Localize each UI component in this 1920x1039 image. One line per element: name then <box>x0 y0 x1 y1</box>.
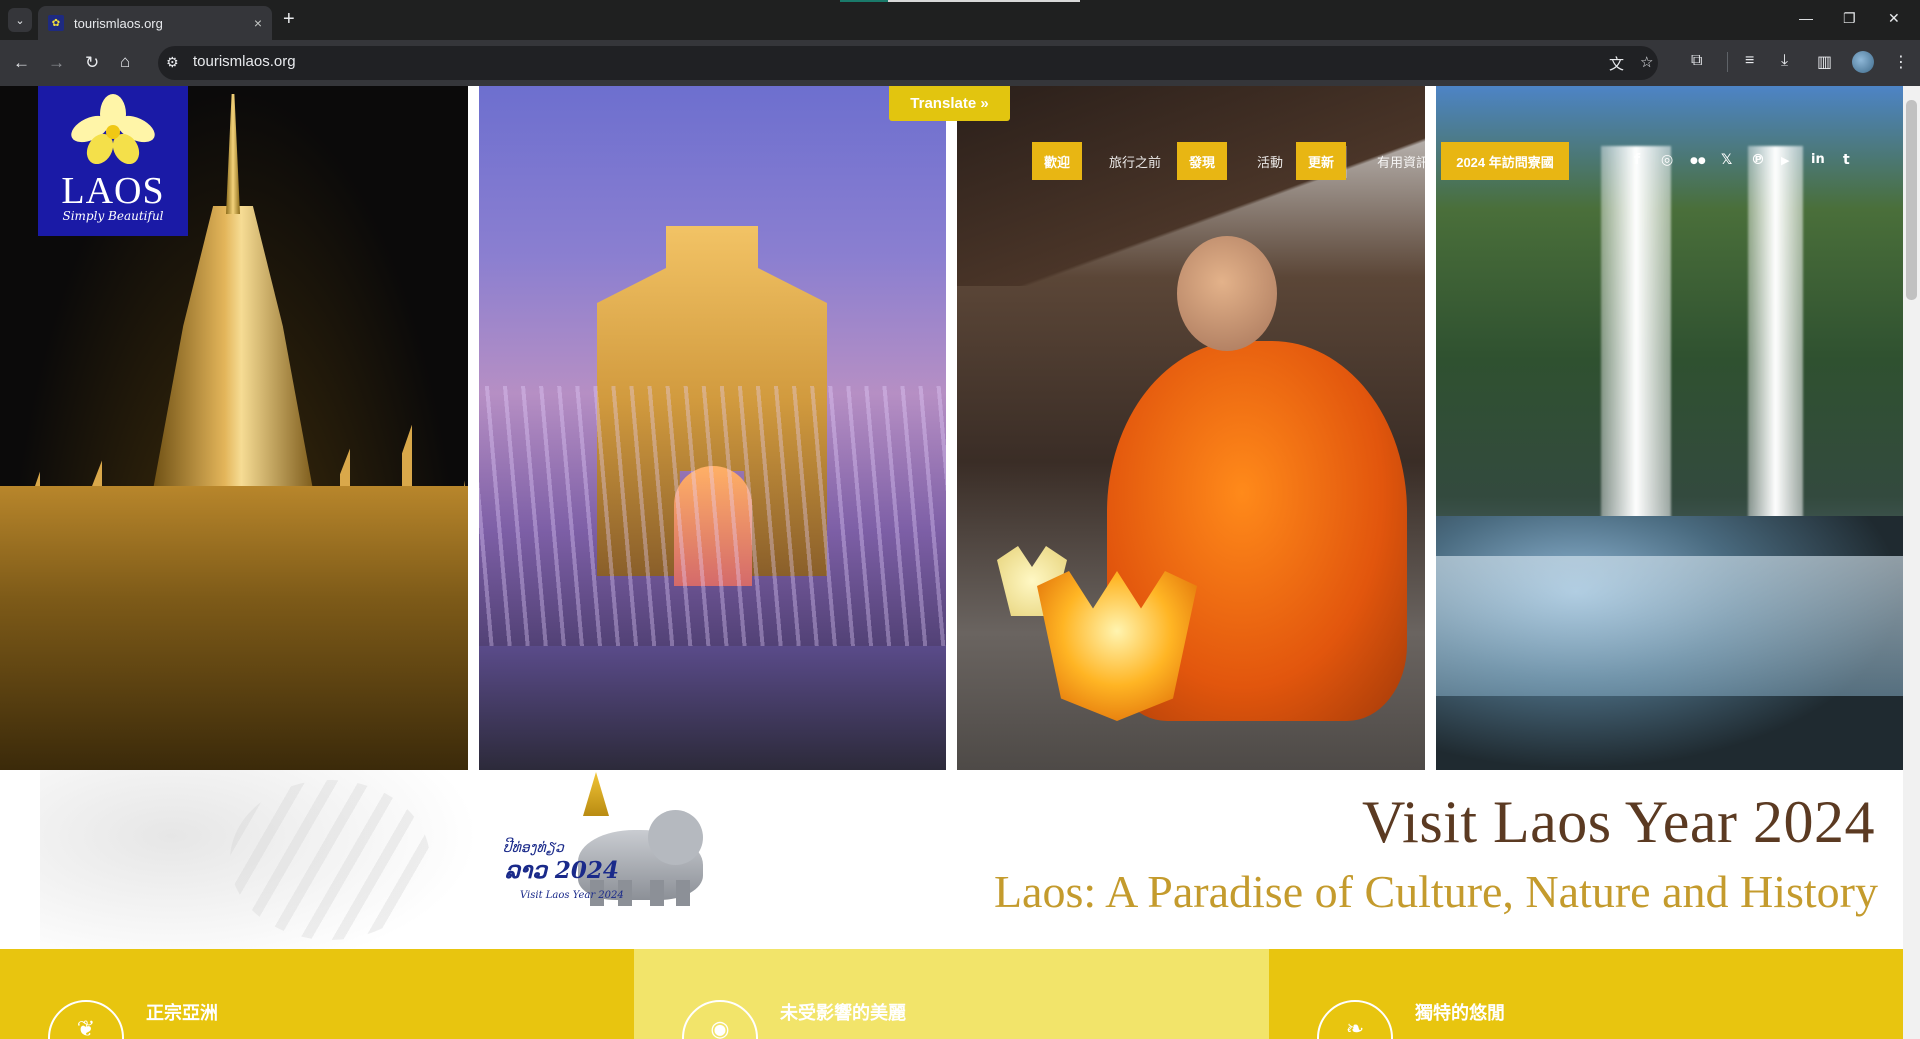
waterfall-right <box>1748 146 1803 536</box>
vly-logo-script: ປີທ່ອງທ່ຽວ <box>503 840 564 856</box>
site-favicon: ✿ <box>48 15 64 31</box>
tab-search-button[interactable]: ⌄ <box>8 8 32 32</box>
stupa-spire <box>226 94 240 214</box>
menu-item-visit-laos-2024[interactable]: 2024 年訪問寮國 <box>1441 142 1569 180</box>
translate-button[interactable]: Translate » <box>889 86 1010 121</box>
menu-item-activities[interactable]: 活動 <box>1245 142 1295 180</box>
browser-menu-icon[interactable]: ⋮ <box>1893 52 1909 72</box>
menu-item-welcome[interactable]: 歡迎 <box>1032 142 1082 180</box>
page-viewport: LAOS Simply Beautiful Translate » 歡迎 旅行之… <box>0 86 1903 1039</box>
tab-close-icon[interactable]: × <box>254 15 262 31</box>
bookmark-star-icon[interactable]: ☆ <box>1640 53 1653 71</box>
menu-item-useful-info[interactable]: 有用資訊 <box>1364 142 1442 180</box>
fountain-pool <box>479 646 946 770</box>
youtube-icon[interactable]: ▶ <box>1781 154 1789 167</box>
profile-avatar[interactable] <box>1852 51 1874 73</box>
hero-image-waterfall <box>1436 86 1903 770</box>
menu-separator <box>1346 146 1347 178</box>
leaf-shadow-decoration <box>230 780 430 940</box>
tumblr-icon[interactable]: t <box>1843 152 1850 168</box>
linkedin-icon[interactable]: in <box>1811 152 1825 167</box>
url-text[interactable]: tourismlaos.org <box>193 53 296 70</box>
menu-item-updates[interactable]: 更新 <box>1296 142 1346 180</box>
instagram-icon[interactable]: ◎ <box>1661 152 1673 168</box>
river-water <box>1436 556 1903 696</box>
eye-icon: ◉ <box>682 1000 758 1039</box>
close-window-icon[interactable]: ✕ <box>1888 10 1900 27</box>
waterfall-left <box>1601 146 1671 546</box>
feature-authentic-asia[interactable]: ❦ 正宗亞洲 <box>0 949 634 1039</box>
tab-indicator-secondary <box>888 0 1080 2</box>
feature-unspoiled-beauty[interactable]: ◉ 未受影響的美麗 <box>634 949 1269 1039</box>
stupa-body <box>150 206 316 506</box>
new-tab-button[interactable]: + <box>283 9 295 29</box>
restore-icon[interactable]: ❐ <box>1843 10 1856 27</box>
menu-item-before-you-go[interactable]: 旅行之前 <box>1096 142 1174 180</box>
logo-tagline: Simply Beautiful <box>62 209 164 223</box>
lotus-icon: ❦ <box>48 1000 124 1039</box>
frangipani-flower-icon <box>71 94 155 164</box>
site-logo[interactable]: LAOS Simply Beautiful <box>38 86 188 236</box>
feature-title: 未受影響的美麗 <box>780 1003 906 1023</box>
stupa-base <box>0 486 468 770</box>
monk-head <box>1177 236 1277 351</box>
toolbar-separator <box>1727 52 1728 72</box>
menu-item-discover[interactable]: 發現 <box>1177 142 1227 180</box>
pinterest-icon[interactable]: ℗ <box>1751 152 1765 168</box>
home-icon[interactable]: ⌂ <box>120 52 130 72</box>
scrollbar-thumb[interactable] <box>1906 100 1917 300</box>
tab-title: tourismlaos.org <box>74 15 163 31</box>
feature-title: 獨特的悠閒 <box>1415 1003 1505 1023</box>
lotus-lantern <box>1037 571 1197 721</box>
banner-subtitle: Laos: A Paradise of Culture, Nature and … <box>993 866 1878 917</box>
fountain-spray <box>479 386 946 686</box>
leaf-icon: ❧ <box>1317 1000 1393 1039</box>
hero-image-patuxai <box>479 86 946 770</box>
flickr-icon[interactable]: ●● <box>1690 156 1706 166</box>
browser-tabstrip: ⌄ ✿ tourismlaos.org × + — ❐ ✕ <box>0 0 1920 40</box>
reading-list-icon[interactable]: ≡ <box>1745 52 1754 70</box>
facebook-icon[interactable]: f <box>1634 152 1640 168</box>
vly-logo-caption: Visit Laos Year 2024 <box>520 890 624 901</box>
x-icon[interactable]: 𝕏 <box>1721 152 1732 168</box>
extensions-icon[interactable]: ⧉ <box>1691 52 1702 70</box>
banner-title: Visit Laos Year 2024 <box>1361 789 1875 855</box>
visit-laos-banner: ປີທ່ອງທ່ຽວ ລາວ 2024 Visit Laos Year 2024… <box>0 770 1903 949</box>
browser-tab[interactable]: ✿ tourismlaos.org × <box>38 6 272 40</box>
site-info-icon[interactable]: ⚙ <box>166 54 179 71</box>
minimize-icon[interactable]: — <box>1799 10 1813 26</box>
translate-page-icon[interactable]: 文 <box>1609 53 1624 74</box>
feature-unique-leisure[interactable]: ❧ 獨特的悠閒 <box>1269 949 1903 1039</box>
side-panel-icon[interactable]: ▥ <box>1817 52 1832 72</box>
tab-indicator <box>840 0 888 2</box>
logo-wordmark: LAOS <box>61 170 165 212</box>
back-icon[interactable]: ← <box>13 53 30 73</box>
feature-title: 正宗亞洲 <box>146 1003 218 1023</box>
reload-icon[interactable]: ↻ <box>85 53 99 73</box>
download-icon[interactable]: ⤓ <box>1781 52 1788 70</box>
address-bar[interactable] <box>158 46 1658 80</box>
hero-image-monk <box>957 86 1425 770</box>
forward-icon[interactable]: → <box>48 53 65 73</box>
vly-logo-year: ລາວ 2024 <box>505 857 619 884</box>
